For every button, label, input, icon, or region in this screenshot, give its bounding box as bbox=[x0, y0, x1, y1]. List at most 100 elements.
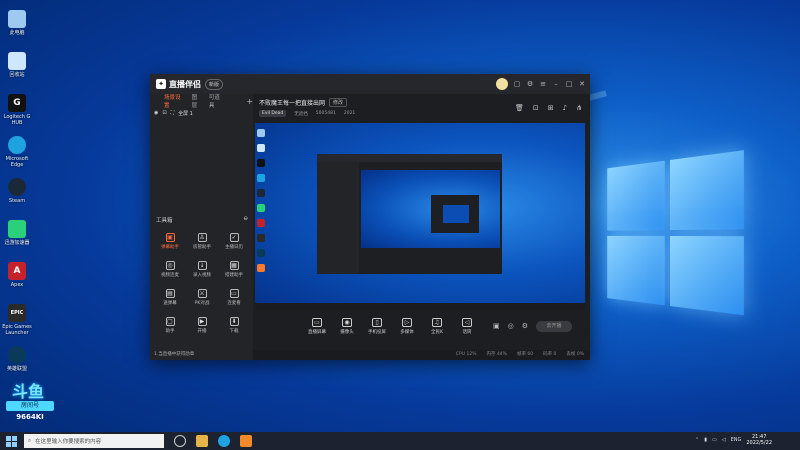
extra-controls: ▣ ◎ ⚙ bbox=[493, 322, 528, 330]
desktop-icon-steam[interactable]: Steam bbox=[2, 178, 32, 220]
record-icon: ↓ bbox=[197, 261, 207, 270]
settings-icon[interactable]: ⚙ bbox=[526, 80, 534, 88]
preview-desktop-icons bbox=[257, 129, 267, 279]
accelerator-icon bbox=[8, 220, 26, 238]
computer-icon bbox=[8, 10, 26, 28]
karaoke-icon: ♫ bbox=[432, 317, 442, 327]
share-icon[interactable]: ⋔ bbox=[576, 104, 582, 112]
tool-room-manager[interactable]: ♙ 房管助手 bbox=[186, 233, 218, 255]
tool-download[interactable]: ⬇ 下载 bbox=[218, 317, 250, 339]
stream-preview[interactable] bbox=[255, 123, 585, 309]
tool-send-danmu[interactable]: ▤ 送弹幕 bbox=[154, 289, 186, 311]
eye-icon[interactable]: ◎ bbox=[508, 322, 514, 330]
language-indicator[interactable]: ENG bbox=[731, 437, 742, 443]
gear-icon[interactable]: ⚙ bbox=[522, 322, 528, 330]
left-tabs: 场景设置 图层 可道具 + bbox=[150, 93, 253, 109]
version-badge[interactable]: 新版 bbox=[205, 78, 224, 90]
network-icon[interactable]: ▭ bbox=[712, 437, 717, 443]
edit-title-button[interactable]: 修改 bbox=[329, 98, 348, 107]
menu-icon[interactable]: ≡ bbox=[539, 80, 547, 88]
phone-icon: ▯ bbox=[372, 317, 382, 327]
tab-layers[interactable]: 图层 bbox=[192, 93, 202, 109]
media-icon: ▷ bbox=[402, 317, 412, 327]
message-icon[interactable]: ▢ bbox=[513, 80, 521, 88]
tool-pk[interactable]: ⚔ PK对战 bbox=[186, 289, 218, 311]
tool-start[interactable]: ▶ 开播 bbox=[186, 317, 218, 339]
control-mic[interactable]: ◁ 话筒 bbox=[453, 317, 481, 335]
maximize-icon[interactable]: □ bbox=[565, 80, 573, 88]
lock-icon[interactable]: ⊡ bbox=[533, 104, 539, 112]
download-icon: ⬇ bbox=[229, 317, 239, 326]
tool-build[interactable]: ▦ 搭建助手 bbox=[218, 261, 250, 283]
titlebar: ✦ 直播伴侣 新版 ▢ ⚙ ≡ – □ ✕ bbox=[150, 74, 590, 94]
taskbar-search[interactable]: ⌕ 在这里输入你要搜索的内容 bbox=[24, 434, 164, 448]
helper-icon: ▢ bbox=[165, 317, 175, 326]
clock[interactable]: 21:47 2022/5/22 bbox=[746, 434, 772, 446]
crop-icon[interactable]: ⊞ bbox=[548, 104, 554, 112]
logitech-icon: G bbox=[8, 94, 26, 112]
chevron-up-icon[interactable]: ⌃ bbox=[695, 437, 699, 443]
monitor-icon: ▭ bbox=[229, 289, 239, 298]
minimize-icon[interactable]: – bbox=[552, 80, 560, 88]
desktop-icon-recycle-bin[interactable]: 回收站 bbox=[2, 52, 32, 94]
toolbox-header: 工具箱 ⊖ bbox=[156, 216, 248, 224]
desktop-icon-edge[interactable]: Microsoft Edge bbox=[2, 136, 32, 178]
tab-props[interactable]: 可道具 bbox=[209, 93, 224, 109]
tool-video-link[interactable]: ◎ 视频连麦 bbox=[154, 261, 186, 283]
toolbox-toggle-icon[interactable]: ⊖ bbox=[243, 216, 248, 224]
desktop-icon-apex[interactable]: A Apex bbox=[2, 262, 32, 304]
control-screen[interactable]: ▭ 直播屏幕 bbox=[303, 317, 331, 335]
status-bar: CPU 12% 内存 44% 帧率 60 码率 0 丢帧 0% bbox=[253, 350, 590, 360]
scene-label: 全屏 1 bbox=[178, 110, 193, 117]
lock-icon[interactable]: ⊡ bbox=[162, 110, 166, 116]
stream-title: 不败魔王每一把直接出网 bbox=[259, 100, 326, 107]
scene-item[interactable]: ◉ ⊡ ⛶ 全屏 1 bbox=[150, 108, 253, 118]
volume-icon[interactable]: ◁ bbox=[722, 437, 726, 443]
lol-icon bbox=[8, 346, 26, 364]
live-assistant-taskbar-icon[interactable] bbox=[240, 435, 252, 447]
douyu-room-stamp: 斗鱼 房间号 9664KI bbox=[2, 378, 58, 434]
control-phone[interactable]: ▯ 手机投屏 bbox=[363, 317, 391, 335]
start-button[interactable] bbox=[4, 434, 18, 448]
file-explorer-icon[interactable] bbox=[196, 435, 208, 447]
game-category[interactable]: Evil Dead bbox=[259, 110, 287, 117]
meta-a: 无遮挡 bbox=[294, 111, 308, 117]
tool-danmu[interactable]: ▣ 弹幕助手 bbox=[154, 233, 186, 255]
source-controls: ▭ 直播屏幕 ◉ 摄像头 ▯ 手机投屏 ▷ 多媒体 ♫ 全民K ◁ 话筒 ▣ ◎ ⚙ 去开播 bbox=[253, 309, 590, 343]
stream-title-row: 不败魔王每一把直接出网 修改 bbox=[259, 98, 348, 107]
control-camera[interactable]: ◉ 摄像头 bbox=[333, 317, 361, 335]
trash-icon[interactable]: 🗑 bbox=[515, 104, 524, 112]
tab-scenes[interactable]: 场景设置 bbox=[164, 93, 185, 109]
taskview-icon[interactable] bbox=[174, 435, 186, 447]
edge-icon bbox=[8, 136, 26, 154]
build-icon: ▦ bbox=[229, 261, 239, 270]
tool-record[interactable]: ↓ 录入视频 bbox=[186, 261, 218, 283]
header-tools: 🗑 ⊡ ⊞ ♪ ⋔ bbox=[515, 104, 582, 112]
pk-icon: ⚔ bbox=[197, 289, 207, 298]
desktop-icons: 此电脑 回收站 G Logitech G HUB Microsoft Edge … bbox=[2, 10, 32, 388]
titlebar-controls: ▢ ⚙ ≡ – □ ✕ bbox=[496, 78, 586, 90]
eye-icon[interactable]: ◉ bbox=[154, 110, 158, 116]
desktop-icon-logitech[interactable]: G Logitech G HUB bbox=[2, 94, 32, 136]
battery-icon[interactable]: ▮ bbox=[704, 437, 707, 443]
apex-icon: A bbox=[8, 262, 26, 280]
control-karaoke[interactable]: ♫ 全民K bbox=[423, 317, 451, 335]
control-media[interactable]: ▷ 多媒体 bbox=[393, 317, 421, 335]
bell-icon[interactable]: ♪ bbox=[563, 104, 567, 112]
tool-calendar[interactable]: ✓ 主播日历 bbox=[218, 233, 250, 255]
avatar[interactable] bbox=[496, 78, 508, 90]
edge-icon[interactable] bbox=[218, 435, 230, 447]
close-icon[interactable]: ✕ bbox=[578, 80, 586, 88]
desktop-icon-this-pc[interactable]: 此电脑 bbox=[2, 10, 32, 52]
desktop-icon-accelerator[interactable]: 迅游加速器 bbox=[2, 220, 32, 262]
brand: ✦ 直播伴侣 新版 bbox=[156, 78, 224, 90]
meta-b: 5005481 bbox=[315, 111, 336, 116]
start-live-button[interactable]: 去开播 bbox=[536, 320, 573, 332]
stream-meta: Evil Dead 无遮挡 5005481 2021 bbox=[259, 110, 355, 117]
tool-link-watch[interactable]: ▭ 连麦看 bbox=[218, 289, 250, 311]
record-toggle-icon[interactable]: ▣ bbox=[493, 322, 500, 330]
search-placeholder: 在这里输入你要搜索的内容 bbox=[35, 439, 102, 445]
add-scene-icon[interactable]: + bbox=[246, 97, 253, 106]
desktop-icon-epic[interactable]: EPIC Epic Games Launcher bbox=[2, 304, 32, 346]
tool-helper[interactable]: ▢ 助手 bbox=[154, 317, 186, 339]
